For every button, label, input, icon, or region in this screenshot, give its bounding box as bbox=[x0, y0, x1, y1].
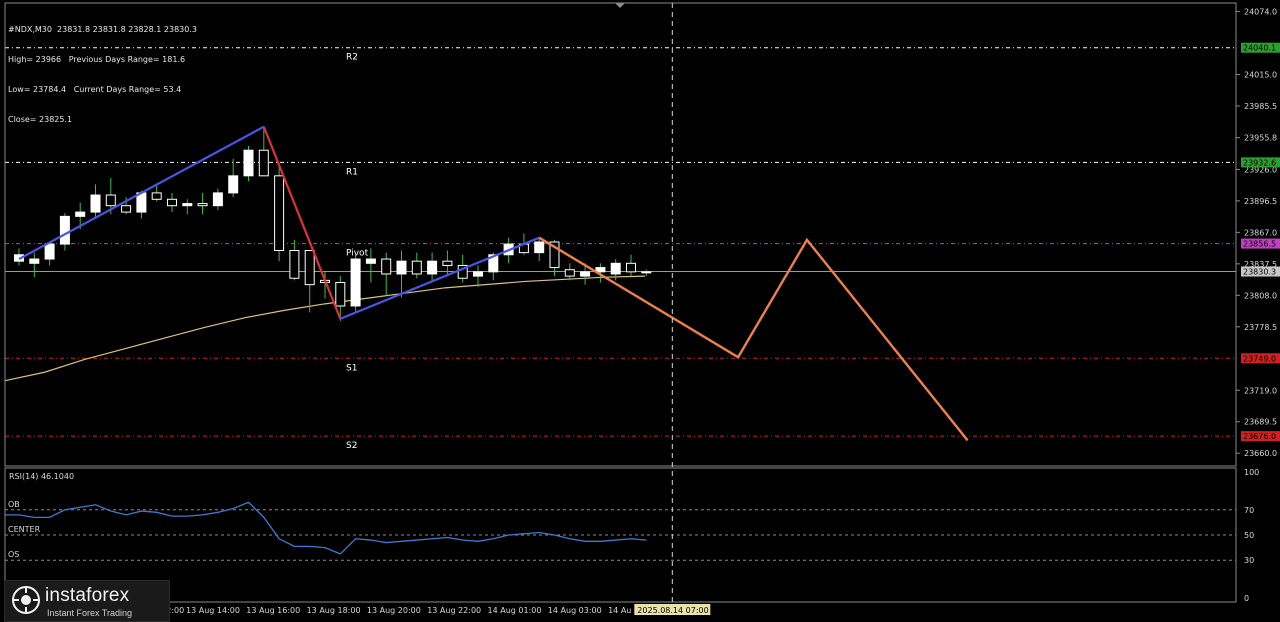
candle-body bbox=[151, 192, 162, 200]
level-price-label: 23856.5 bbox=[1243, 240, 1276, 249]
candle-body bbox=[534, 241, 545, 254]
candle-body bbox=[289, 250, 300, 279]
candle-body bbox=[641, 271, 652, 274]
price-axis-label: 23955.8 bbox=[1244, 134, 1277, 143]
price-axis-label: 23689.5 bbox=[1244, 418, 1277, 427]
low-line: Low= 23784.4 Current Days Range= 53.4 bbox=[8, 85, 182, 94]
price-axis-label: 23778.5 bbox=[1244, 323, 1277, 332]
time-axis-label: 14 Aug 01:00 bbox=[488, 606, 542, 615]
rsi-level-label: OB bbox=[8, 500, 20, 509]
candle-body bbox=[167, 198, 177, 207]
rsi-axis-label: 70 bbox=[1244, 506, 1254, 515]
level-name-label: R1 bbox=[346, 167, 358, 177]
symbol-line: #NDX,M30 23831.8 23831.8 23828.1 23830.3 bbox=[8, 25, 197, 34]
level-price-label: 23749.0 bbox=[1243, 354, 1276, 363]
level-price-label: 24040.1 bbox=[1243, 44, 1276, 53]
close-line: Close= 23825.1 bbox=[8, 115, 73, 124]
candle-body bbox=[29, 258, 40, 264]
price-axis-label: 23808.0 bbox=[1244, 291, 1277, 300]
ohlc-info-panel: #NDX,M30 23831.8 23831.8 23828.1 23830.3… bbox=[8, 5, 197, 135]
crosshair-time-label: 2025.08.14 07:00 bbox=[637, 606, 708, 615]
high-line: High= 23966 Previous Days Range= 181.6 bbox=[8, 55, 186, 64]
rsi-axis-label: 30 bbox=[1244, 556, 1254, 565]
time-axis-label: 14 Au bbox=[608, 606, 631, 615]
rsi-plot[interactable]: RSI(14) 46.1040 OB CENTER OS bbox=[5, 472, 1236, 561]
logo-tagline: Instant Forex Trading bbox=[47, 608, 133, 618]
rsi-axis-label: 100 bbox=[1244, 468, 1259, 477]
candle-body bbox=[610, 262, 621, 275]
candle-body bbox=[212, 192, 223, 207]
candle-body bbox=[473, 271, 483, 277]
candle-body bbox=[564, 269, 575, 277]
time-axis-label: 13 Aug 16:00 bbox=[246, 606, 300, 615]
candle-body bbox=[626, 262, 636, 273]
candle-body bbox=[243, 149, 254, 177]
candle-body bbox=[44, 243, 55, 260]
rsi-level-label: CENTER bbox=[8, 525, 41, 534]
candle-body bbox=[274, 175, 285, 252]
time-axis-label: 14 Aug 03:00 bbox=[548, 606, 602, 615]
candle-body bbox=[335, 282, 346, 307]
time-axis-label: 13 Aug 14:00 bbox=[186, 606, 240, 615]
candle-body bbox=[350, 258, 361, 307]
candle-body bbox=[427, 260, 438, 275]
level-name-label: R2 bbox=[346, 53, 358, 63]
candle-body bbox=[304, 250, 315, 286]
level-name-label: S2 bbox=[346, 441, 357, 451]
impulse-up-line bbox=[18, 125, 265, 261]
candle-body bbox=[381, 258, 392, 275]
time-axis-label: 13 Aug 20:00 bbox=[367, 606, 421, 615]
price-axis-label: 23985.5 bbox=[1244, 102, 1277, 111]
price-axis-label: 23896.5 bbox=[1244, 197, 1277, 206]
rsi-axis-label: 50 bbox=[1244, 531, 1254, 540]
rsi-title: RSI(14) 46.1040 bbox=[9, 472, 74, 481]
logo-mark-icon bbox=[12, 586, 40, 614]
price-axis-label: 23867.0 bbox=[1244, 228, 1277, 237]
candle-body bbox=[121, 205, 132, 213]
candle-body bbox=[228, 175, 239, 194]
level-name-label: S1 bbox=[346, 363, 357, 373]
candle-body bbox=[182, 203, 193, 207]
candle-body bbox=[90, 194, 101, 213]
candle-body bbox=[59, 215, 70, 245]
candle-body bbox=[258, 149, 269, 177]
candle-body bbox=[197, 203, 208, 207]
candle-body bbox=[105, 194, 116, 207]
candle-body bbox=[365, 258, 376, 264]
candle-body bbox=[442, 260, 453, 266]
price-axis-label: 23660.0 bbox=[1244, 449, 1277, 458]
price-axis-label: 24015.0 bbox=[1244, 70, 1277, 79]
time-axis-label: 13 Aug 18:00 bbox=[307, 606, 361, 615]
correction-up-line bbox=[339, 236, 540, 320]
price-axis-label: 24074.0 bbox=[1244, 8, 1277, 17]
rsi-axis-label: 0 bbox=[1244, 594, 1249, 603]
candle-body bbox=[580, 271, 591, 277]
time-axis-label: 13 Aug 22:00 bbox=[427, 606, 481, 615]
level-price-label: 23932.6 bbox=[1243, 158, 1276, 167]
candle-body bbox=[75, 211, 86, 217]
price-axis-label: 23719.0 bbox=[1244, 386, 1277, 395]
level-name-label: Pivot bbox=[346, 249, 369, 259]
instaforex-logo: instaforex Instant Forex Trading bbox=[4, 580, 170, 622]
rsi-level-label: OS bbox=[8, 550, 19, 559]
candle-body bbox=[411, 260, 422, 275]
level-price-label: 23830.3 bbox=[1243, 268, 1276, 277]
candle-body bbox=[396, 260, 407, 275]
logo-brand: instaforex bbox=[45, 585, 130, 606]
level-price-label: 23676.0 bbox=[1243, 432, 1276, 441]
chart-shift-marker bbox=[615, 3, 625, 8]
